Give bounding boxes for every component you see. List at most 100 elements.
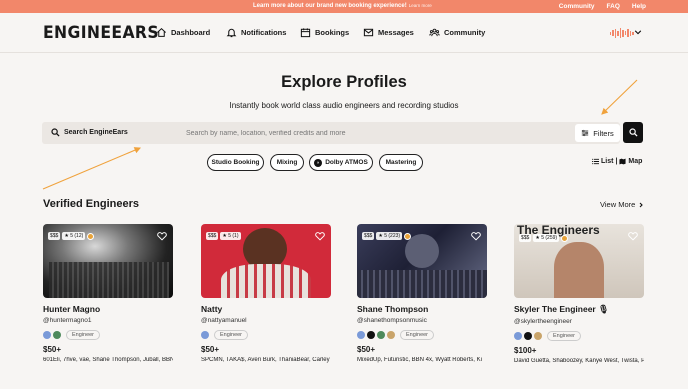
chip-mastering[interactable]: Mastering [379, 154, 423, 171]
banner-link-help[interactable]: Help [632, 3, 646, 10]
map-icon [619, 158, 626, 165]
chip-dolby-atmos[interactable]: ◗ Dolby ATMOS [309, 154, 373, 171]
chip-label: Studio Booking [211, 159, 260, 166]
nav-dashboard[interactable]: Dashboard [156, 27, 210, 38]
engineer-price: $100+ [514, 346, 537, 355]
search-button[interactable] [623, 122, 643, 143]
rating-badge: ★ 5 (259) [533, 234, 560, 242]
service-icon [514, 332, 522, 340]
home-icon [157, 27, 166, 37]
logo[interactable]: ENGINEEARS [43, 23, 159, 43]
console-graphic [357, 270, 487, 298]
search-input[interactable] [186, 125, 606, 141]
chip-studio-booking[interactable]: Studio Booking [207, 154, 264, 171]
nav-bookings[interactable]: Bookings [300, 27, 349, 38]
engineer-photo[interactable]: $$$ ★ 5 (12) [43, 224, 173, 298]
role-badge: Engineer [547, 331, 582, 341]
engineer-tags: Engineer [201, 330, 331, 340]
card-badges: $$$ ★ 5 (259) [519, 234, 569, 242]
heart-icon[interactable] [157, 231, 167, 241]
service-icon [534, 332, 542, 340]
service-icon [377, 331, 385, 339]
engineer-card[interactable]: $$$ ★ 5 (1) Natty @nattyamanuel Engineer… [201, 224, 331, 363]
engineer-price: $50+ [43, 345, 62, 354]
search-label: Search EngineEars [64, 129, 128, 136]
engineer-name[interactable]: Shane Thompson [357, 304, 487, 314]
page-subtitle: Instantly book world class audio enginee… [229, 101, 459, 110]
engineer-handle: @shanethompsonmusic [357, 317, 427, 324]
role-badge: Engineer [66, 330, 101, 340]
sliders-icon [582, 129, 589, 137]
nav-bookings-label: Bookings [315, 28, 350, 37]
filters-button[interactable]: Filters [575, 124, 620, 142]
engineer-credits: David Guetta, Shaboozey, Kanye West, Twi… [514, 358, 644, 364]
service-icon [43, 331, 51, 339]
map-view-toggle[interactable]: Map [628, 158, 642, 165]
rating-badge: ★ 5 (12) [62, 232, 86, 240]
section-title: Verified Engineers [43, 198, 139, 210]
dolby-icon: ◗ [314, 158, 323, 167]
price-tier-badge: $$$ [362, 232, 375, 240]
search-icon [51, 128, 60, 137]
nav-messages-label: Messages [378, 28, 414, 37]
service-icon [367, 331, 375, 339]
engineer-tags: Engineer [357, 330, 487, 340]
banner-message[interactable]: Learn more about our brand new booking e… [253, 3, 432, 9]
engineer-photo[interactable]: The Engineers $$$ ★ 5 (259) [514, 224, 644, 298]
nav-notifications[interactable]: Notifications [226, 27, 286, 38]
view-more-link[interactable]: View More [600, 200, 644, 209]
service-icon [387, 331, 395, 339]
engineer-handle: @skylertheengineer [514, 318, 572, 325]
list-icon [592, 158, 599, 165]
price-tier-badge: $$$ [206, 232, 219, 240]
top-navigation: ENGINEEARS Dashboard Notifications Booki… [0, 13, 688, 53]
banner-learn-more-link[interactable]: Learn more [409, 3, 432, 8]
verified-badge-icon [404, 232, 412, 240]
microphone-icon: 🎙 [598, 304, 609, 314]
heart-icon[interactable] [471, 231, 481, 241]
verified-badge-icon [87, 232, 95, 240]
engineer-handle: @nattyamanuel [201, 317, 247, 324]
engineer-tags: Engineer [514, 331, 644, 341]
engineer-card[interactable]: $$$ ★ 5 (12) Hunter Magno @huntermagno1 … [43, 224, 173, 363]
engineer-credits: MixedUp, Futuristic, BBN 4x, Wyatt Rober… [357, 357, 482, 363]
engineer-photo[interactable]: $$$ ★ 5 (1) [201, 224, 331, 298]
banner-links: Community FAQ Help [559, 3, 646, 10]
portrait-sweater [221, 264, 311, 298]
chevron-right-icon [639, 202, 644, 207]
verified-badge-icon [561, 234, 569, 242]
nav-messages[interactable]: Messages [363, 27, 414, 38]
chip-mixing[interactable]: Mixing [270, 154, 304, 171]
nav-notifications-label: Notifications [241, 28, 287, 37]
role-badge: Engineer [214, 330, 249, 340]
engineer-price: $50+ [357, 345, 376, 354]
list-view-toggle[interactable]: List [601, 158, 613, 165]
engineer-credits: SPCMN, TAKA$, Averi Burk, ThaniaBear, Ca… [201, 357, 330, 363]
nav-dashboard-label: Dashboard [171, 28, 211, 37]
mail-icon [363, 28, 374, 37]
engineer-name[interactable]: Skyler The Engineer 🎙 [514, 304, 644, 315]
chip-label: Mastering [385, 159, 417, 166]
view-more-label: View More [600, 200, 636, 209]
engineer-name[interactable]: Hunter Magno [43, 304, 173, 314]
console-graphic [49, 262, 169, 298]
card-badges: $$$ ★ 5 (12) [48, 232, 95, 240]
engineer-card[interactable]: The Engineers $$$ ★ 5 (259) Skyler The E… [514, 224, 644, 364]
audio-waveform-icon[interactable] [610, 28, 634, 38]
engineer-name[interactable]: Natty [201, 304, 331, 314]
banner-link-faq[interactable]: FAQ [607, 3, 620, 10]
engineer-handle: @huntermagno1 [43, 317, 92, 324]
engineer-photo[interactable]: $$$ ★ 5 (223) [357, 224, 487, 298]
heart-icon[interactable] [628, 231, 638, 241]
heart-icon[interactable] [315, 231, 325, 241]
chip-label: Mixing [276, 159, 298, 166]
price-tier-badge: $$$ [48, 232, 61, 240]
nav-community[interactable]: Community [429, 27, 485, 38]
people-icon [429, 28, 440, 37]
search-icon [628, 128, 638, 137]
chevron-down-icon[interactable] [634, 28, 642, 36]
search-bar: Search EngineEars [42, 122, 620, 144]
engineer-card[interactable]: $$$ ★ 5 (223) Shane Thompson @shanethomp… [357, 224, 487, 363]
card-badges: $$$ ★ 5 (223) [362, 232, 412, 240]
banner-link-community[interactable]: Community [559, 3, 595, 10]
